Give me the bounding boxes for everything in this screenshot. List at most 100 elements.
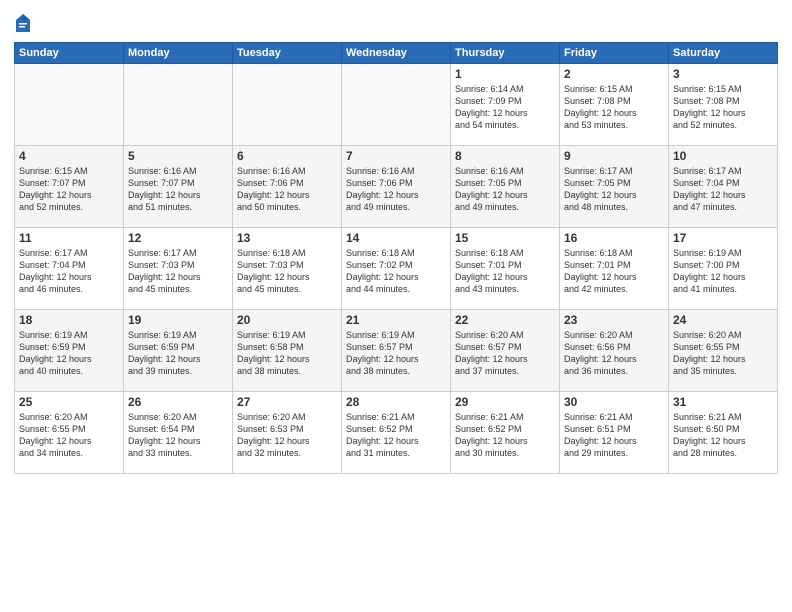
calendar-cell: 4 Sunrise: 6:15 AM Sunset: 7:07 PM Daylig… (15, 146, 124, 228)
day-number: 1 (455, 67, 555, 81)
day-number: 29 (455, 395, 555, 409)
col-header-friday: Friday (560, 43, 669, 64)
calendar-cell: 14 Sunrise: 6:18 AM Sunset: 7:02 PM Dayli… (342, 228, 451, 310)
calendar-cell: 2 Sunrise: 6:15 AM Sunset: 7:08 PM Daylig… (560, 64, 669, 146)
day-number: 19 (128, 313, 228, 327)
calendar-cell: 18Sunrise: 6:19 AM Sunset: 6:59 PM Dayli… (15, 310, 124, 392)
calendar-cell: 22 Sunrise: 6:20 AM Sunset: 6:57 PM Dayli… (451, 310, 560, 392)
calendar-cell: 29 Sunrise: 6:21 AM Sunset: 6:52 PM Dayli… (451, 392, 560, 474)
calendar-cell: 19 Sunrise: 6:19 AM Sunset: 6:59 PM Dayli… (124, 310, 233, 392)
calendar-cell: 20 Sunrise: 6:19 AM Sunset: 6:58 PM Dayli… (233, 310, 342, 392)
day-number: 9 (564, 149, 664, 163)
calendar-cell (342, 64, 451, 146)
logo-icon (14, 12, 32, 34)
cell-text: Sunrise: 6:21 AM Sunset: 6:52 PM Dayligh… (455, 411, 555, 460)
calendar-cell: 25 Sunrise: 6:20 AM Sunset: 6:55 PM Dayli… (15, 392, 124, 474)
day-number: 31 (673, 395, 773, 409)
cell-text: Sunrise: 6:14 AM Sunset: 7:09 PM Dayligh… (455, 83, 555, 132)
cell-text: Sunrise: 6:15 AM Sunset: 7:08 PM Dayligh… (564, 83, 664, 132)
day-number: 13 (237, 231, 337, 245)
cell-text: Sunrise: 6:19 AM Sunset: 6:59 PM Dayligh… (128, 329, 228, 378)
calendar-cell: 28 Sunrise: 6:21 AM Sunset: 6:52 PM Dayli… (342, 392, 451, 474)
day-number: 26 (128, 395, 228, 409)
cell-text: Sunrise: 6:20 AM Sunset: 6:56 PM Dayligh… (564, 329, 664, 378)
calendar: SundayMondayTuesdayWednesdayThursdayFrid… (14, 42, 778, 474)
day-number: 12 (128, 231, 228, 245)
day-number: 25 (19, 395, 119, 409)
day-number: 5 (128, 149, 228, 163)
calendar-cell: 23 Sunrise: 6:20 AM Sunset: 6:56 PM Dayli… (560, 310, 669, 392)
cell-text: Sunrise: 6:17 AM Sunset: 7:04 PM Dayligh… (673, 165, 773, 214)
day-number: 2 (564, 67, 664, 81)
day-number: 23 (564, 313, 664, 327)
calendar-cell (233, 64, 342, 146)
day-number: 27 (237, 395, 337, 409)
cell-text: Sunrise: 6:16 AM Sunset: 7:05 PM Dayligh… (455, 165, 555, 214)
day-number: 11 (19, 231, 119, 245)
day-number: 8 (455, 149, 555, 163)
day-number: 15 (455, 231, 555, 245)
calendar-cell: 5 Sunrise: 6:16 AM Sunset: 7:07 PM Daylig… (124, 146, 233, 228)
calendar-cell: 30 Sunrise: 6:21 AM Sunset: 6:51 PM Dayli… (560, 392, 669, 474)
day-number: 10 (673, 149, 773, 163)
cell-text: Sunrise: 6:16 AM Sunset: 7:06 PM Dayligh… (237, 165, 337, 214)
calendar-cell: 21 Sunrise: 6:19 AM Sunset: 6:57 PM Dayli… (342, 310, 451, 392)
cell-text: Sunrise: 6:21 AM Sunset: 6:51 PM Dayligh… (564, 411, 664, 460)
day-number: 21 (346, 313, 446, 327)
calendar-cell: 13 Sunrise: 6:18 AM Sunset: 7:03 PM Dayli… (233, 228, 342, 310)
cell-text: Sunrise: 6:20 AM Sunset: 6:55 PM Dayligh… (673, 329, 773, 378)
calendar-cell: 6 Sunrise: 6:16 AM Sunset: 7:06 PM Daylig… (233, 146, 342, 228)
calendar-cell: 10 Sunrise: 6:17 AM Sunset: 7:04 PM Dayli… (669, 146, 778, 228)
cell-text: Sunrise: 6:15 AM Sunset: 7:08 PM Dayligh… (673, 83, 773, 132)
day-number: 24 (673, 313, 773, 327)
cell-text: Sunrise: 6:18 AM Sunset: 7:01 PM Dayligh… (564, 247, 664, 296)
calendar-cell: 11 Sunrise: 6:17 AM Sunset: 7:04 PM Dayli… (15, 228, 124, 310)
calendar-header: SundayMondayTuesdayWednesdayThursdayFrid… (15, 43, 778, 64)
cell-text: Sunrise: 6:19 AM Sunset: 7:00 PM Dayligh… (673, 247, 773, 296)
col-header-monday: Monday (124, 43, 233, 64)
cell-text: Sunrise: 6:17 AM Sunset: 7:03 PM Dayligh… (128, 247, 228, 296)
cell-text: Sunrise: 6:18 AM Sunset: 7:02 PM Dayligh… (346, 247, 446, 296)
day-number: 4 (19, 149, 119, 163)
day-number: 14 (346, 231, 446, 245)
day-number: 22 (455, 313, 555, 327)
calendar-cell: 31 Sunrise: 6:21 AM Sunset: 6:50 PM Dayli… (669, 392, 778, 474)
day-number: 6 (237, 149, 337, 163)
col-header-sunday: Sunday (15, 43, 124, 64)
day-number: 30 (564, 395, 664, 409)
calendar-cell: 1 Sunrise: 6:14 AM Sunset: 7:09 PM Daylig… (451, 64, 560, 146)
cell-text: Sunrise: 6:16 AM Sunset: 7:07 PM Dayligh… (128, 165, 228, 214)
cell-text: Sunrise: 6:18 AM Sunset: 7:01 PM Dayligh… (455, 247, 555, 296)
cell-text: Sunrise: 6:18 AM Sunset: 7:03 PM Dayligh… (237, 247, 337, 296)
logo (14, 12, 35, 34)
calendar-cell: 27 Sunrise: 6:20 AM Sunset: 6:53 PM Dayli… (233, 392, 342, 474)
cell-text: Sunrise: 6:21 AM Sunset: 6:50 PM Dayligh… (673, 411, 773, 460)
cell-text: Sunrise: 6:19 AM Sunset: 6:57 PM Dayligh… (346, 329, 446, 378)
day-number: 28 (346, 395, 446, 409)
cell-text: Sunrise: 6:15 AM Sunset: 7:07 PM Dayligh… (19, 165, 119, 214)
cell-text: Sunrise: 6:20 AM Sunset: 6:57 PM Dayligh… (455, 329, 555, 378)
calendar-cell: 7 Sunrise: 6:16 AM Sunset: 7:06 PM Daylig… (342, 146, 451, 228)
calendar-cell: 16 Sunrise: 6:18 AM Sunset: 7:01 PM Dayli… (560, 228, 669, 310)
col-header-wednesday: Wednesday (342, 43, 451, 64)
cell-text: Sunrise: 6:21 AM Sunset: 6:52 PM Dayligh… (346, 411, 446, 460)
cell-text: Sunrise: 6:17 AM Sunset: 7:05 PM Dayligh… (564, 165, 664, 214)
calendar-cell: 3Sunrise: 6:15 AM Sunset: 7:08 PM Daylig… (669, 64, 778, 146)
day-number: 20 (237, 313, 337, 327)
cell-text: Sunrise: 6:17 AM Sunset: 7:04 PM Dayligh… (19, 247, 119, 296)
calendar-cell: 9 Sunrise: 6:17 AM Sunset: 7:05 PM Daylig… (560, 146, 669, 228)
calendar-cell (124, 64, 233, 146)
cell-text: Sunrise: 6:20 AM Sunset: 6:54 PM Dayligh… (128, 411, 228, 460)
calendar-cell: 8 Sunrise: 6:16 AM Sunset: 7:05 PM Daylig… (451, 146, 560, 228)
cell-text: Sunrise: 6:20 AM Sunset: 6:55 PM Dayligh… (19, 411, 119, 460)
cell-text: Sunrise: 6:19 AM Sunset: 6:58 PM Dayligh… (237, 329, 337, 378)
day-number: 7 (346, 149, 446, 163)
cell-text: Sunrise: 6:16 AM Sunset: 7:06 PM Dayligh… (346, 165, 446, 214)
cell-text: Sunrise: 6:20 AM Sunset: 6:53 PM Dayligh… (237, 411, 337, 460)
calendar-cell: 17Sunrise: 6:19 AM Sunset: 7:00 PM Dayli… (669, 228, 778, 310)
calendar-cell: 12 Sunrise: 6:17 AM Sunset: 7:03 PM Dayli… (124, 228, 233, 310)
day-number: 18 (19, 313, 119, 327)
day-number: 16 (564, 231, 664, 245)
col-header-tuesday: Tuesday (233, 43, 342, 64)
calendar-cell: 24 Sunrise: 6:20 AM Sunset: 6:55 PM Dayli… (669, 310, 778, 392)
